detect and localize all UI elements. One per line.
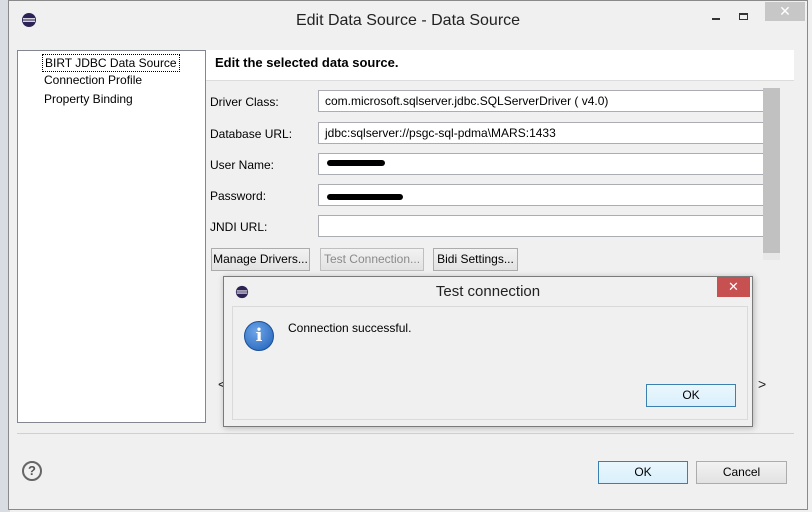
help-icon[interactable]: ?: [22, 461, 42, 481]
user-name-field[interactable]: [318, 153, 772, 175]
vertical-scrollbar[interactable]: [763, 88, 780, 260]
page-heading: Edit the selected data source.: [215, 55, 399, 70]
tree-item-connection-profile[interactable]: Connection Profile: [42, 72, 144, 88]
content-header: Edit the selected data source.: [206, 50, 794, 80]
modal-close-button[interactable]: ✕: [717, 277, 750, 297]
maximize-button[interactable]: [731, 5, 757, 25]
close-icon: ✕: [728, 279, 739, 294]
jndi-url-label: JNDI URL:: [210, 220, 268, 234]
scroll-right-arrow[interactable]: >: [758, 376, 766, 392]
scrollbar-thumb[interactable]: [763, 88, 780, 253]
ok-button[interactable]: OK: [598, 461, 688, 484]
password-label: Password:: [210, 189, 267, 203]
minimize-icon: [712, 18, 720, 20]
redaction-mark: [327, 194, 403, 200]
driver-class-field[interactable]: com.microsoft.sqlserver.jdbc.SQLServerDr…: [318, 90, 772, 112]
bidi-settings-button[interactable]: Bidi Settings...: [433, 248, 518, 271]
modal-message: Connection successful.: [288, 321, 412, 335]
footer-divider: [17, 433, 794, 434]
driver-class-label: Driver Class:: [210, 95, 279, 109]
password-field[interactable]: [318, 184, 772, 206]
header-divider: [206, 80, 794, 81]
user-name-label: User Name:: [210, 158, 275, 172]
tree-item-property-binding[interactable]: Property Binding: [42, 91, 135, 107]
redaction-mark: [327, 160, 385, 166]
manage-drivers-button[interactable]: Manage Drivers...: [211, 248, 310, 271]
modal-body: i Connection successful. OK: [232, 306, 748, 420]
test-connection-modal: Test connection ✕ i Connection successfu…: [223, 276, 753, 427]
modal-title: Test connection: [435, 283, 541, 300]
database-url-field[interactable]: jdbc:sqlserver://psgc-sql-pdma\MARS:1433: [318, 122, 772, 144]
close-icon: ✕: [779, 3, 791, 19]
minimize-button[interactable]: [703, 5, 729, 25]
jndi-url-field[interactable]: [318, 215, 772, 237]
close-button[interactable]: ✕: [765, 2, 805, 21]
info-icon: i: [244, 321, 274, 351]
page-tree: BIRT JDBC Data Source Connection Profile…: [17, 50, 206, 423]
maximize-icon: [739, 13, 748, 20]
window-title: Edit Data Source - Data Source: [295, 12, 521, 29]
modal-ok-button[interactable]: OK: [646, 384, 736, 407]
tree-item-birt-jdbc-data-source[interactable]: BIRT JDBC Data Source: [42, 54, 180, 72]
title-bar: Edit Data Source - Data Source ✕: [9, 1, 807, 39]
database-url-label: Database URL:: [210, 127, 293, 141]
test-connection-button[interactable]: Test Connection...: [320, 248, 424, 271]
cancel-button[interactable]: Cancel: [696, 461, 787, 484]
